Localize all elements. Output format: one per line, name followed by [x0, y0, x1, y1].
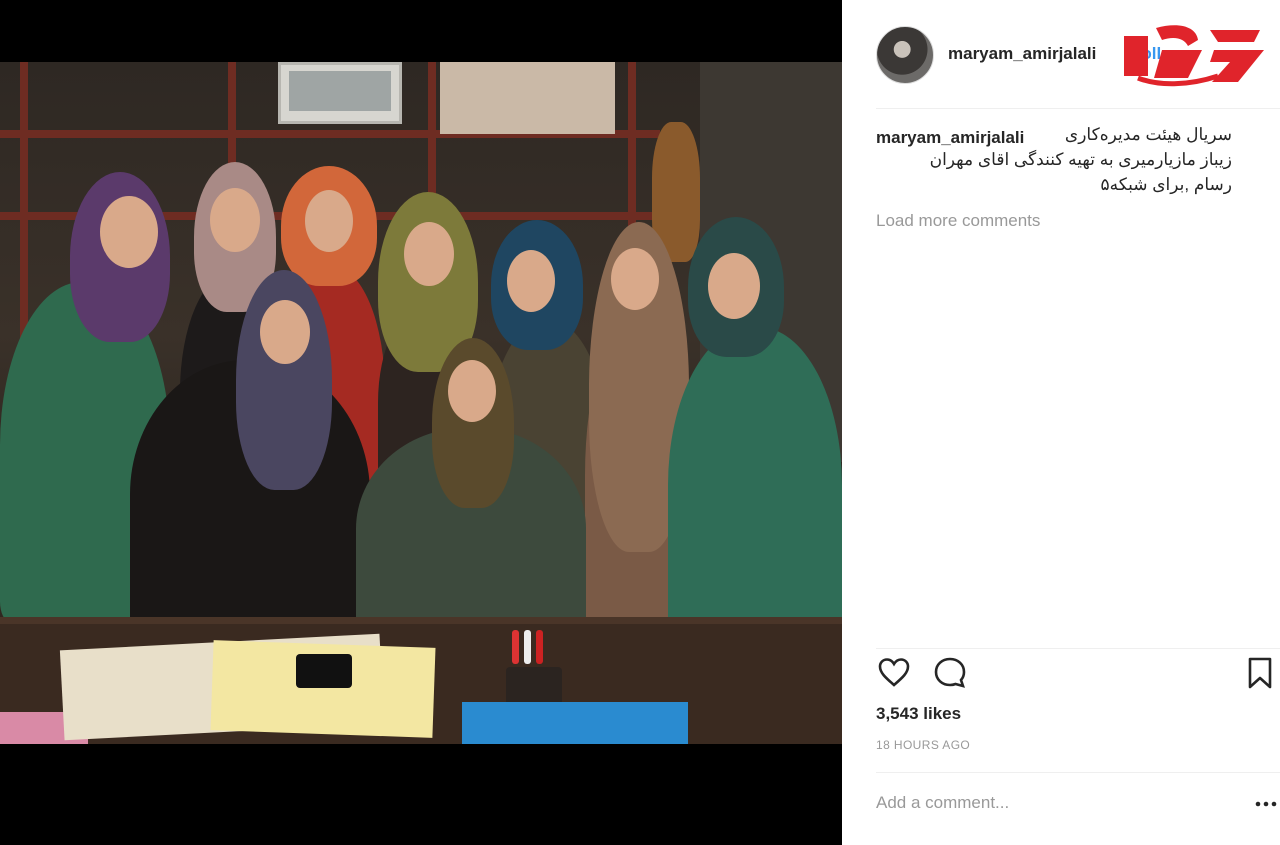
- photo-person: [668, 217, 842, 657]
- username[interactable]: maryam_amirjalali: [948, 44, 1096, 64]
- bookmark-icon[interactable]: [1242, 655, 1278, 691]
- caption-line: رسام ,برای شبکه۵: [1100, 175, 1233, 194]
- ellipsis-icon[interactable]: [1254, 792, 1278, 816]
- photo-monitor: [278, 62, 402, 124]
- avatar[interactable]: [876, 26, 934, 84]
- photo-pen: [524, 630, 531, 664]
- post-timestamp: 18 HOURS AGO: [876, 738, 971, 752]
- photo-folder: [462, 702, 688, 744]
- likes-count[interactable]: 3,543 likes: [876, 704, 961, 724]
- photo-board: [440, 62, 615, 134]
- caption-text: سریال هیئت مدیره‌کاری زیباز مازیارمیری ب…: [876, 122, 1232, 197]
- caption-line: سریال هیئت مدیره‌کاری: [1064, 125, 1232, 144]
- comment-input[interactable]: [876, 790, 1226, 816]
- post-header: maryam_amirjalali Follow: [842, 0, 1280, 108]
- load-more-comments-link[interactable]: Load more comments: [876, 211, 1040, 231]
- photo-person: [356, 338, 586, 638]
- post-sidebar: maryam_amirjalali Follow maryam_amirjala…: [842, 0, 1280, 845]
- comment-icon[interactable]: [932, 655, 968, 691]
- photo-person: [130, 270, 370, 640]
- photo-panel: [0, 0, 842, 845]
- header-divider: [876, 108, 1280, 109]
- heart-icon[interactable]: [876, 655, 912, 691]
- watermark-logo-icon: [1124, 25, 1264, 87]
- photo-pen: [512, 630, 519, 664]
- photo-phone: [296, 654, 352, 688]
- actions-divider: [876, 648, 1280, 649]
- action-bar: [876, 655, 1276, 695]
- comment-divider: [876, 772, 1280, 773]
- post-photo[interactable]: [0, 62, 842, 744]
- caption-line: زیباز مازیارمیری به تهیه کنندگی اقای مهر…: [929, 150, 1232, 169]
- photo-pen: [536, 630, 543, 664]
